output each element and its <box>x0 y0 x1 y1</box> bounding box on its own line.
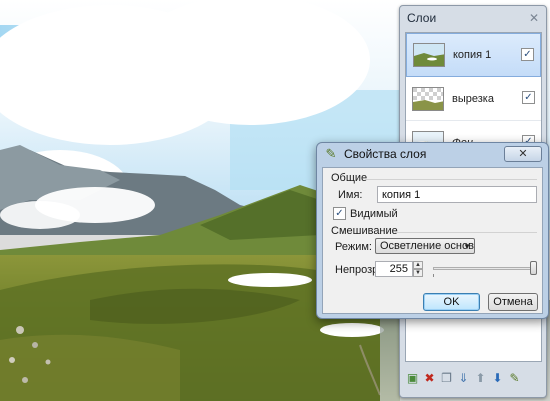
slider-tick <box>433 274 434 277</box>
dialog-body: Общие Имя: копия 1 ✓ Видимый Смешивание … <box>322 167 543 314</box>
move-down-icon[interactable]: ⬇ <box>490 371 505 386</box>
mode-label: Режим: <box>335 241 372 253</box>
move-up-icon[interactable]: ⬆ <box>473 371 488 386</box>
blend-mode-select[interactable]: Осветление основы ▼ <box>375 238 475 254</box>
opacity-slider[interactable] <box>433 260 543 278</box>
stepper-up-icon[interactable]: ▲ <box>413 261 423 269</box>
dialog-title: Свойства слоя <box>344 147 427 161</box>
layer-properties-icon[interactable]: ✎ <box>507 371 522 386</box>
slider-thumb[interactable] <box>530 261 537 275</box>
layer-thumbnail <box>413 43 445 67</box>
delete-layer-icon[interactable]: ✖ <box>422 371 437 386</box>
layer-visibility-checkbox[interactable]: ✓ <box>521 48 534 61</box>
layer-visibility-checkbox[interactable]: ✓ <box>522 91 535 104</box>
group-divider <box>365 179 537 180</box>
blending-group-label: Смешивание <box>331 225 398 237</box>
group-divider <box>395 232 537 233</box>
visible-checkbox[interactable]: ✓ <box>333 207 346 220</box>
stepper-down-icon[interactable]: ▼ <box>413 269 423 277</box>
layer-thumbnail <box>412 86 444 111</box>
ok-button[interactable]: OK <box>423 293 480 311</box>
close-icon[interactable]: ✕ <box>528 12 540 24</box>
layer-row[interactable]: копия 1 ✓ <box>406 33 541 77</box>
layers-panel-title: Слои <box>407 11 437 25</box>
visible-label: Видимый <box>350 208 398 220</box>
name-label: Имя: <box>338 189 363 201</box>
blend-mode-value: Осветление основы <box>380 240 475 252</box>
cancel-button[interactable]: Отмена <box>488 293 538 311</box>
general-group-label: Общие <box>331 172 368 184</box>
chevron-down-icon: ▼ <box>463 242 471 251</box>
layer-row[interactable]: вырезка ✓ <box>406 77 541 121</box>
layer-name: копия 1 <box>453 49 492 61</box>
duplicate-layer-icon[interactable]: ❐ <box>439 371 454 386</box>
layers-toolbar: ▣ ✖ ❐ ⇓ ⬆ ⬇ ✎ <box>405 367 542 389</box>
close-button[interactable]: ✕ <box>504 146 542 162</box>
layer-properties-dialog: ✎ Свойства слоя ✕ Общие Имя: копия 1 ✓ В… <box>316 142 549 319</box>
layer-properties-icon: ✎ <box>325 146 337 161</box>
opacity-stepper[interactable]: ▲ ▼ <box>413 261 423 277</box>
layer-name: вырезка <box>452 92 494 105</box>
opacity-input[interactable]: 255 <box>375 261 413 277</box>
name-input[interactable]: копия 1 <box>377 186 537 203</box>
add-layer-icon[interactable]: ▣ <box>405 371 420 386</box>
slider-track <box>433 267 537 270</box>
merge-down-icon[interactable]: ⇓ <box>456 371 471 386</box>
